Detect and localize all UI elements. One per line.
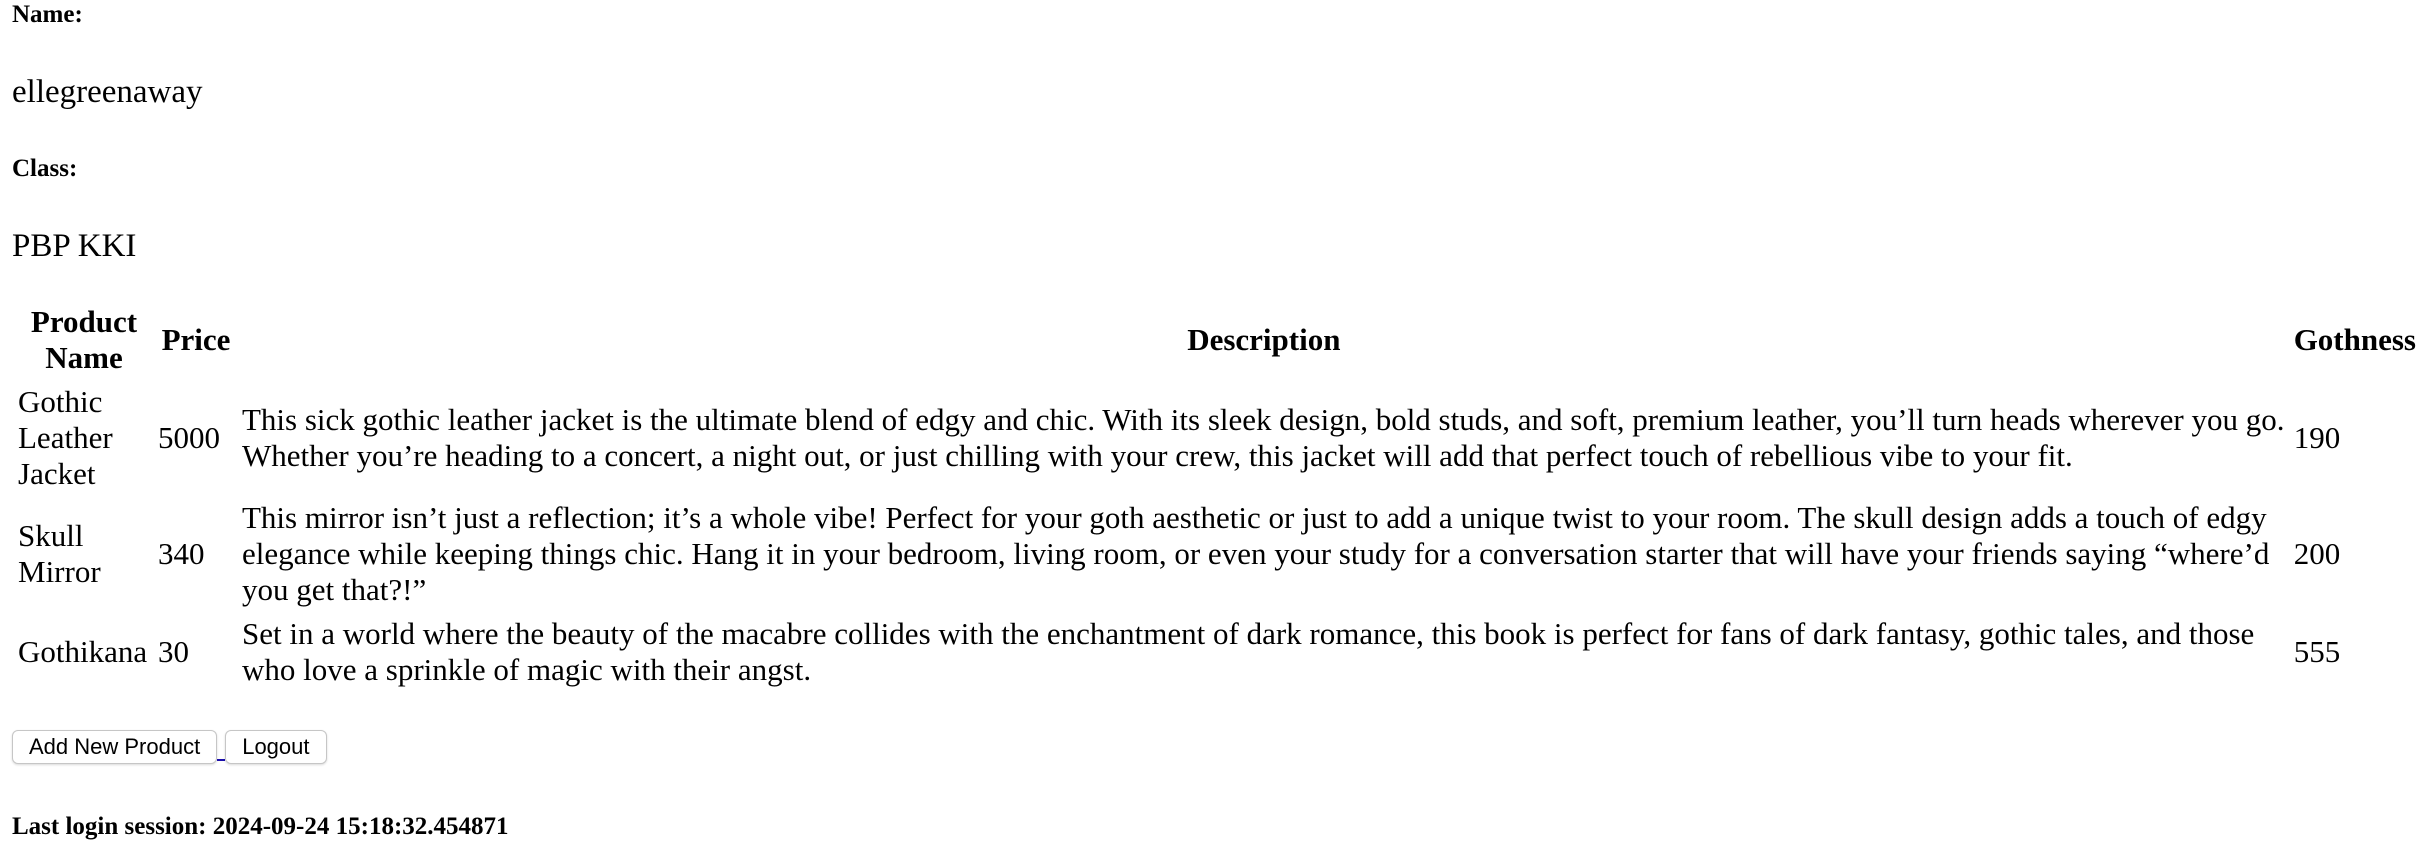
cell-gothness: 190	[2293, 420, 2341, 455]
table-header-row: Product Name Price Description Gothness	[16, 302, 2418, 378]
header-price: Price	[161, 322, 231, 357]
add-new-product-button[interactable]: Add New Product	[12, 730, 218, 764]
name-value: ellegreenaway	[12, 74, 203, 110]
header-description: Description	[1187, 322, 1341, 357]
cell-product-name: Skull Mirror	[18, 518, 101, 589]
header-product-name: Product Name	[30, 304, 138, 375]
cell-price: 5000	[158, 420, 220, 455]
class-value: PBP KKI	[12, 228, 137, 264]
cell-product-name: Gothic Leather Jacket	[18, 384, 113, 491]
table-row: Skull Mirror 340 This mirror isn’t just …	[16, 498, 2418, 610]
last-login-session: Last login session: 2024-09-24 15:18:32.…	[12, 813, 509, 840]
cell-description: Set in a world where the beauty of the m…	[242, 616, 2255, 687]
link-underline	[217, 757, 226, 761]
logout-button[interactable]: Logout	[225, 730, 327, 764]
header-gothness: Gothness	[2293, 322, 2416, 357]
action-buttons: Add New Product Logout	[12, 730, 327, 764]
table-row: Gothikana 30 Set in a world where the be…	[16, 614, 2418, 690]
table-row: Gothic Leather Jacket 5000 This sick got…	[16, 382, 2418, 494]
cell-price: 30	[158, 634, 189, 669]
class-label: Class:	[12, 155, 78, 182]
cell-product-name: Gothikana	[18, 634, 148, 669]
name-label: Name:	[12, 1, 83, 28]
cell-description: This sick gothic leather jacket is the u…	[242, 402, 2285, 473]
cell-gothness: 200	[2293, 536, 2341, 571]
cell-price: 340	[158, 536, 205, 571]
product-table: Product Name Price Description Gothness …	[12, 298, 2420, 694]
cell-gothness: 555	[2293, 634, 2341, 669]
cell-description: This mirror isn’t just a reflection; it’…	[242, 500, 2270, 607]
